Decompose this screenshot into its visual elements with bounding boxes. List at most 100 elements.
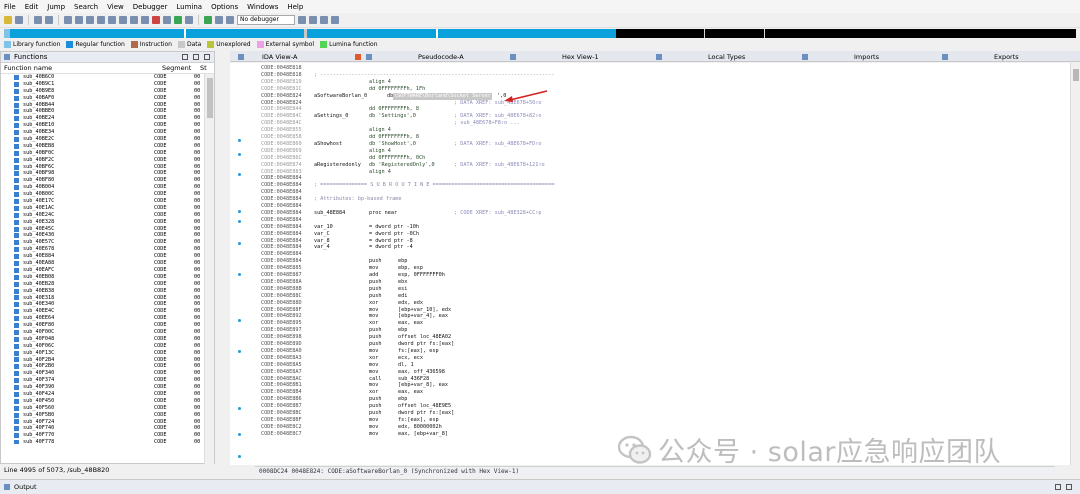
code-line[interactable]: CODE:0048E819 align 4: [255, 79, 1070, 86]
pause-icon[interactable]: [215, 16, 223, 24]
code-line[interactable]: CODE:0048E84C ; sub_48E678+F8↑o ...: [255, 120, 1070, 127]
col-st[interactable]: St: [200, 64, 207, 72]
function-row[interactable]: sub_40F2B4 CODE 00: [1, 357, 205, 364]
function-row[interactable]: sub_40B6C0 CODE 00: [1, 74, 205, 81]
menu-jump[interactable]: Jump: [47, 3, 65, 11]
tab-local-types[interactable]: Local Types: [656, 51, 745, 62]
code-line[interactable]: CODE:0048E884: [255, 251, 1070, 258]
save-icon[interactable]: [15, 16, 23, 24]
array-icon[interactable]: [97, 16, 105, 24]
output-float-icon[interactable]: [1055, 484, 1061, 490]
function-row[interactable]: sub_40F048 CODE 00: [1, 336, 205, 343]
step-icon[interactable]: [331, 16, 339, 24]
code-line[interactable]: CODE:0048E869 align 4: [255, 148, 1070, 155]
menu-edit[interactable]: Edit: [25, 3, 39, 11]
function-row[interactable]: sub_40BF2C CODE 00: [1, 157, 205, 164]
code-line[interactable]: CODE:0048E8B1 mov [ebp+var_8], eax: [255, 382, 1070, 389]
function-row[interactable]: sub_40E1AC CODE 00: [1, 205, 205, 212]
function-row[interactable]: sub_40B004 CODE 00: [1, 184, 205, 191]
code-line[interactable]: CODE:0048E824aSoftwareBorlan_0db '\SOFTW…: [255, 92, 1070, 100]
function-row[interactable]: sub_40E24C CODE 00: [1, 212, 205, 219]
data-icon[interactable]: [141, 16, 149, 24]
function-row[interactable]: sub_40F724 CODE 00: [1, 419, 205, 426]
function-row[interactable]: sub_40B00C CODE 00: [1, 191, 205, 198]
function-row[interactable]: sub_40BF98 CODE 00: [1, 170, 205, 177]
function-row[interactable]: sub_40E57C CODE 00: [1, 239, 205, 246]
code-line[interactable]: CODE:0048E81C dd 0FFFFFFFFh, 1Fh: [255, 86, 1070, 93]
function-row[interactable]: sub_40EB38 CODE 00: [1, 288, 205, 295]
function-row[interactable]: sub_40B9C1 CODE 00: [1, 81, 205, 88]
play-icon[interactable]: [204, 16, 212, 24]
function-row[interactable]: sub_40BF0C CODE 00: [1, 150, 205, 157]
code-line[interactable]: CODE:0048E884 var_4 = dword ptr -4: [255, 244, 1070, 251]
binary-icon[interactable]: [64, 16, 72, 24]
menu-windows[interactable]: Windows: [247, 3, 278, 11]
function-row[interactable]: sub_40F13C CODE 00: [1, 350, 205, 357]
debug-settings-icon[interactable]: [298, 16, 306, 24]
code-line[interactable]: CODE:0048E88A push ebx: [255, 279, 1070, 286]
function-row[interactable]: sub_40B9E8 CODE 00: [1, 88, 205, 95]
code-line[interactable]: CODE:0048E8B4 xor eax, eax: [255, 389, 1070, 396]
code-line[interactable]: CODE:0048E884 var_C = dword ptr -0Ch: [255, 231, 1070, 238]
function-row[interactable]: sub_40BBE0 CODE 00: [1, 108, 205, 115]
code-line[interactable]: CODE:0048E84C aSettings_0 db 'Settings',0;…: [255, 113, 1070, 120]
code-line[interactable]: CODE:0048E874 aRegisteredonly db 'Register…: [255, 162, 1070, 169]
restore-icon[interactable]: [182, 54, 188, 60]
code-line[interactable]: CODE:0048E883 align 4: [255, 169, 1070, 176]
code-line[interactable]: CODE:0048E884 sub_48E884 proc near ; CODE X…: [255, 210, 1070, 217]
function-row[interactable]: sub_40F778 CODE 00: [1, 439, 205, 444]
code-line[interactable]: CODE:0048E884 var_8 = dword ptr -8: [255, 238, 1070, 245]
function-row[interactable]: sub_40EAFC CODE 00: [1, 267, 205, 274]
col-function-name[interactable]: Function name: [4, 64, 162, 72]
close-tab-icon[interactable]: [355, 53, 362, 60]
code-line[interactable]: CODE:0048E8AC call sub_436F28: [255, 376, 1070, 383]
function-row[interactable]: sub_40F2B0 CODE 00: [1, 363, 205, 370]
function-row[interactable]: sub_40F740 CODE 00: [1, 425, 205, 432]
code-line[interactable]: CODE:0048E897 push ebp: [255, 327, 1070, 334]
function-row[interactable]: sub_40E328 CODE 00: [1, 219, 205, 226]
lumina-icon[interactable]: [174, 16, 182, 24]
code-line[interactable]: CODE:0048E8BF mov fs:[eax], esp: [255, 417, 1070, 424]
forward-icon[interactable]: [45, 16, 53, 24]
function-row[interactable]: sub_40BF80 CODE 00: [1, 177, 205, 184]
ida-view-disassembly[interactable]: CODE:0048E818 CODE:0048E818 ; ------------…: [255, 63, 1070, 465]
code-line[interactable]: CODE:0048E887 add esp, 0FFFFFFF0h: [255, 272, 1070, 279]
function-row[interactable]: sub_40F06C CODE 00: [1, 343, 205, 350]
menu-lumina[interactable]: Lumina: [176, 3, 202, 11]
function-row[interactable]: sub_40F424 CODE 00: [1, 391, 205, 398]
function-row[interactable]: sub_40EE64 CODE 00: [1, 315, 205, 322]
function-row[interactable]: sub_40F374 CODE 00: [1, 377, 205, 384]
code-line[interactable]: CODE:0048E844 dd 0FFFFFFFFh, 8: [255, 106, 1070, 113]
graph-icon[interactable]: [185, 16, 193, 24]
function-row[interactable]: sub_40F560 CODE 00: [1, 405, 205, 412]
menu-help[interactable]: Help: [287, 3, 303, 11]
back-icon[interactable]: [34, 16, 42, 24]
code-line[interactable]: CODE:0048E8A7 mov eax, off_436598: [255, 369, 1070, 376]
navigation-band[interactable]: [4, 29, 1076, 38]
code-line[interactable]: CODE:0048E8A3 xor ecx, ecx: [255, 355, 1070, 362]
code-line[interactable]: CODE:0048E892 mov [ebp+var_4], eax: [255, 313, 1070, 320]
code-line[interactable]: CODE:0048E818 ; -------------------------…: [255, 72, 1070, 79]
float-icon[interactable]: [193, 54, 199, 60]
code-line[interactable]: CODE:0048E8BC push dword ptr fs:[eax]: [255, 410, 1070, 417]
function-row[interactable]: sub_40E430 CODE 00: [1, 232, 205, 239]
function-row[interactable]: sub_40F390 CODE 00: [1, 384, 205, 391]
function-icon[interactable]: [163, 16, 171, 24]
code-line[interactable]: CODE:0048E895 xor eax, eax: [255, 320, 1070, 327]
code-line[interactable]: CODE:0048E884 ; =============== S U B R O…: [255, 182, 1070, 189]
undefine-icon[interactable]: [152, 16, 160, 24]
output-close-icon[interactable]: [1066, 484, 1072, 490]
menu-options[interactable]: Options: [211, 3, 238, 11]
hex-icon[interactable]: [75, 16, 83, 24]
function-row[interactable]: sub_40EF80 CODE 00: [1, 322, 205, 329]
text-icon[interactable]: [86, 16, 94, 24]
menu-debugger[interactable]: Debugger: [133, 3, 168, 11]
function-row[interactable]: sub_40BF6C CODE 00: [1, 164, 205, 171]
tab-imports[interactable]: Imports: [802, 51, 879, 62]
tab-exports[interactable]: Exports: [942, 51, 1019, 62]
code-line[interactable]: CODE:0048E86C dd 0FFFFFFFFh, 0Ch: [255, 155, 1070, 162]
function-row[interactable]: sub_40F450 CODE 00: [1, 398, 205, 405]
code-line[interactable]: CODE:0048E884: [255, 217, 1070, 224]
struct-icon[interactable]: [108, 16, 116, 24]
code-line[interactable]: CODE:0048E8A5 mov dl, 1: [255, 362, 1070, 369]
